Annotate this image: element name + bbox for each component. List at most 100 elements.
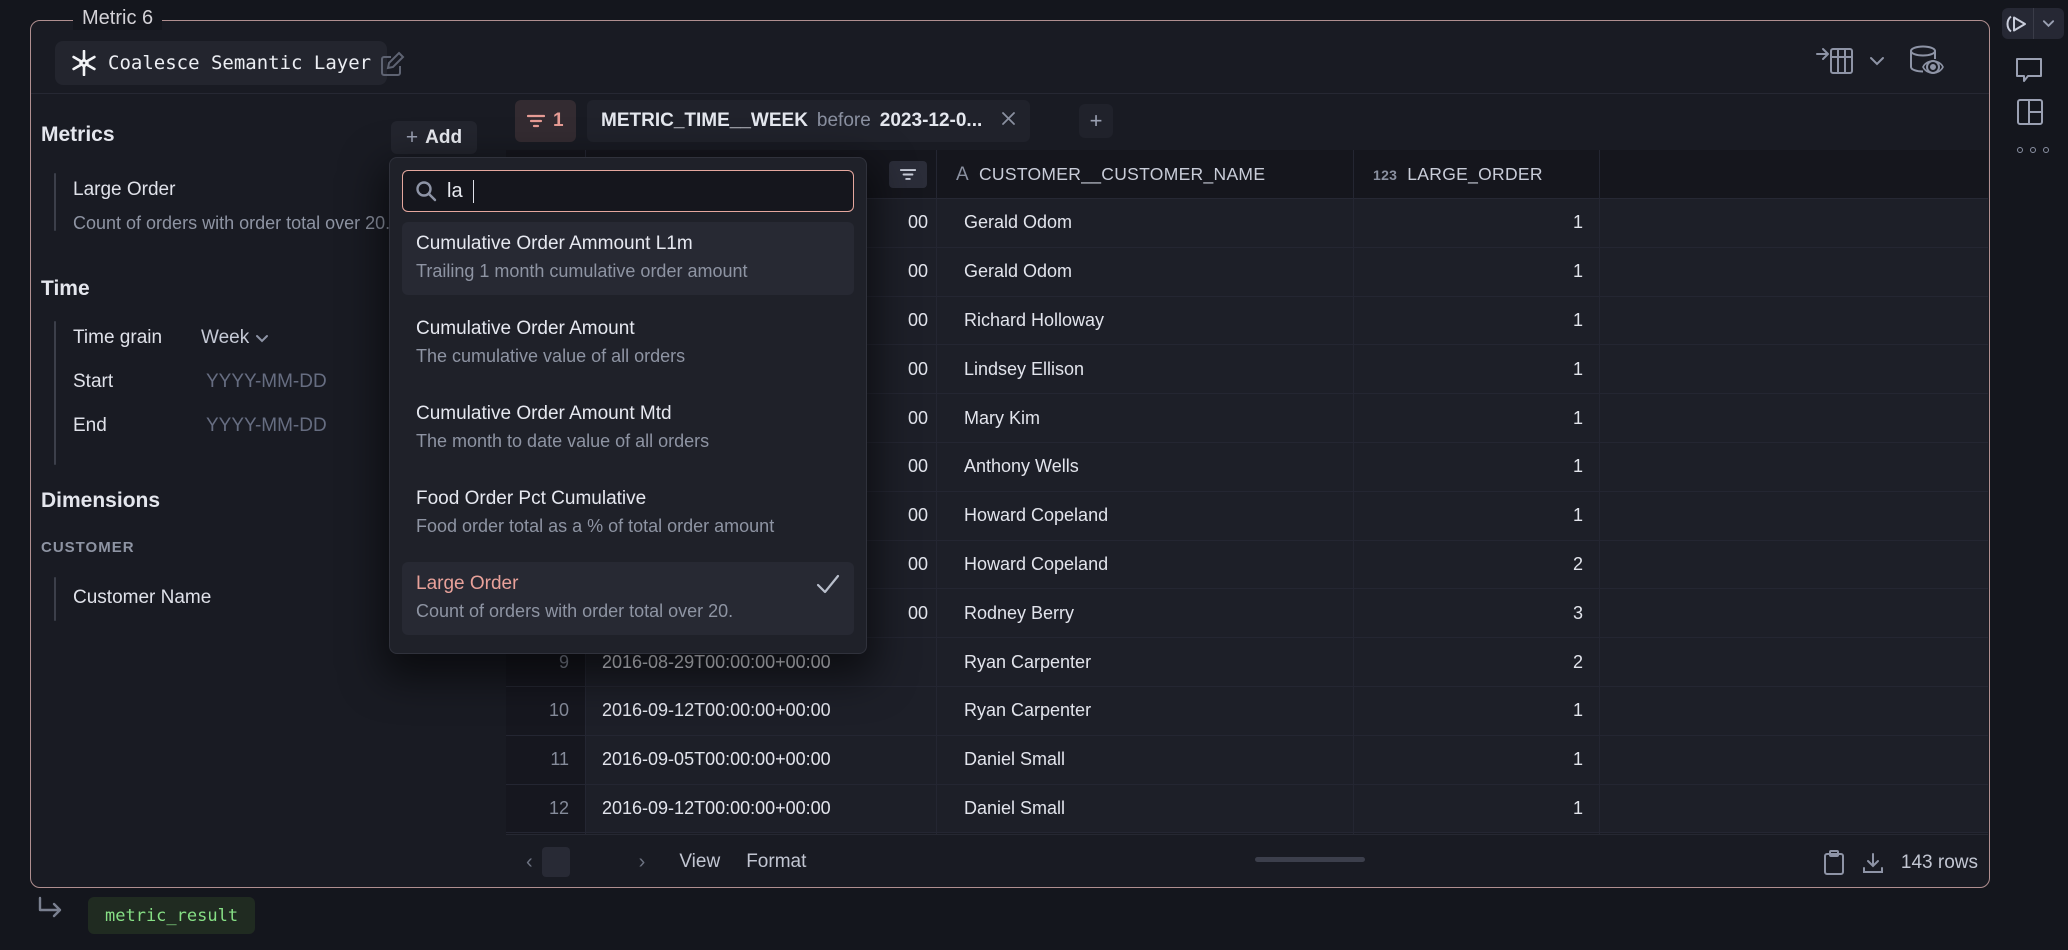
cell-customer-name[interactable]: Lindsey Ellison [937, 345, 1353, 393]
metric-option-title: Cumulative Order Amount Mtd [416, 401, 840, 427]
push-to-table-icon[interactable] [1815, 46, 1855, 76]
column-header-large-order[interactable]: 123 LARGE_ORDER [1373, 150, 1543, 199]
grid-line [1599, 150, 1600, 834]
cell-large-order[interactable]: 1 [1354, 785, 1599, 833]
run-cell-button-group[interactable] [2002, 8, 2064, 39]
output-variable-pill[interactable]: metric_result [88, 897, 255, 934]
cell-customer-name[interactable]: Gerald Odom [937, 199, 1353, 247]
dimension-item-indicator [54, 577, 56, 621]
filter-chip[interactable]: METRIC_TIME__WEEK before 2023-12-0... [587, 100, 1030, 142]
metric-search-input[interactable]: la [402, 170, 854, 212]
cell-customer-name[interactable]: Daniel Small [937, 736, 1353, 784]
cell-customer-name[interactable]: Rodney Berry [937, 589, 1353, 637]
row-number: 11 [506, 736, 585, 784]
metric-option[interactable]: Cumulative Order Ammount L1m Trailing 1 … [402, 222, 854, 295]
add-filter-button[interactable]: + [1079, 104, 1113, 138]
cell-large-order[interactable]: 1 [1354, 687, 1599, 735]
row-number: 10 [506, 687, 585, 735]
text-cursor [473, 180, 475, 203]
dimensions-heading: Dimensions [41, 489, 160, 513]
prev-page-button[interactable]: ‹ [518, 851, 541, 874]
time-grain-select[interactable]: Week [201, 327, 269, 349]
page-button[interactable] [602, 847, 630, 877]
cell-large-order[interactable]: 1 [1354, 297, 1599, 345]
edit-icon[interactable] [377, 49, 407, 84]
cell-customer-name[interactable]: Ryan Carpenter [937, 687, 1353, 735]
filter-count-badge[interactable]: 1 [515, 100, 576, 142]
cell-customer-name[interactable]: Ryan Carpenter [937, 638, 1353, 686]
cell-customer-name[interactable]: Mary Kim [937, 394, 1353, 442]
table-row[interactable]: 11 2016-09-05T00:00:00+00:00 Daniel Smal… [506, 736, 1988, 785]
layout-icon[interactable] [2016, 98, 2044, 131]
format-menu[interactable]: Format [746, 851, 806, 873]
table-row[interactable]: 12 2016-09-12T00:00:00+00:00 Daniel Smal… [506, 785, 1988, 834]
header-divider [31, 93, 1989, 94]
semantic-layer-chip[interactable]: Coalesce Semantic Layer [55, 41, 387, 85]
coalesce-logo-icon [71, 50, 97, 76]
start-date-input[interactable]: YYYY-MM-DD [206, 371, 327, 393]
metric-option[interactable]: Cumulative Order Amount Mtd The month to… [402, 392, 854, 465]
metric-option[interactable]: Food Order Pct Cumulative Food order tot… [402, 477, 854, 550]
horizontal-scrollbar[interactable] [1255, 857, 1365, 862]
cell-customer-name[interactable]: Gerald Odom [937, 248, 1353, 296]
cell-large-order[interactable]: 1 [1354, 345, 1599, 393]
time-grain-label: Time grain [73, 327, 162, 349]
cell-large-order[interactable]: 1 [1354, 248, 1599, 296]
metrics-heading: Metrics [41, 123, 115, 147]
next-page-button[interactable]: › [631, 851, 654, 874]
cell-metric-time[interactable]: 2016-09-05T00:00:00+00:00 [586, 736, 936, 784]
metric-option-title: Cumulative Order Ammount L1m [416, 231, 840, 257]
more-menu-icon[interactable] [2017, 147, 2049, 153]
view-menu[interactable]: View [679, 851, 720, 873]
row-number: 12 [506, 785, 585, 833]
time-section-indicator [54, 321, 56, 465]
cell-customer-name[interactable]: Howard Copeland [937, 492, 1353, 540]
grid-line [936, 150, 937, 834]
download-icon[interactable] [1861, 851, 1885, 875]
cell-large-order[interactable]: 1 [1354, 199, 1599, 247]
metric-option[interactable]: Large Order Count of orders with order t… [402, 562, 854, 635]
cell-customer-name[interactable]: Anthony Wells [937, 443, 1353, 491]
close-icon[interactable] [1001, 110, 1016, 132]
cell-customer-name[interactable]: Daniel Small [937, 785, 1353, 833]
cell-large-order[interactable]: 2 [1354, 638, 1599, 686]
cell-metric-time[interactable]: 2016-09-12T00:00:00+00:00 [586, 687, 936, 735]
copy-icon[interactable] [1823, 850, 1845, 876]
add-metric-button[interactable]: + Add [391, 121, 477, 154]
comment-icon[interactable] [2014, 56, 2044, 89]
cell-title[interactable]: Metric 6 [73, 7, 162, 30]
cell-source-title: Coalesce Semantic Layer [108, 52, 371, 74]
cell-large-order[interactable]: 1 [1354, 394, 1599, 442]
cell-metric-time[interactable]: 2016-09-12T00:00:00+00:00 [586, 785, 936, 833]
metric-item-indicator [54, 173, 56, 231]
metric-option[interactable]: Cumulative Order Amount The cumulative v… [402, 307, 854, 380]
column-filter-indicator-icon[interactable] [889, 161, 927, 188]
selected-metric-name[interactable]: Large Order [73, 179, 175, 201]
check-icon [816, 574, 840, 599]
column-header-customer-name[interactable]: A CUSTOMER__CUSTOMER_NAME [956, 150, 1265, 199]
view-source-data-icon[interactable] [1907, 45, 1945, 77]
search-icon [415, 180, 437, 202]
page-button[interactable] [572, 847, 600, 877]
dimension-group-label: CUSTOMER [41, 539, 135, 556]
search-query: la [447, 180, 463, 203]
cell-large-order[interactable]: 3 [1354, 589, 1599, 637]
page-button[interactable] [542, 847, 570, 877]
dimension-item-customer-name[interactable]: Customer Name [73, 587, 211, 609]
chevron-down-icon[interactable] [1869, 56, 1885, 66]
table-row[interactable]: 10 2016-09-12T00:00:00+00:00 Ryan Carpen… [506, 687, 1988, 736]
end-date-input[interactable]: YYYY-MM-DD [206, 415, 327, 437]
cell-customer-name[interactable]: Howard Copeland [937, 541, 1353, 589]
chevron-down-icon[interactable] [2034, 19, 2065, 28]
cell-large-order[interactable]: 2 [1354, 541, 1599, 589]
cell-customer-name[interactable]: Richard Holloway [937, 297, 1353, 345]
run-cell-icon[interactable] [2002, 15, 2033, 33]
filter-icon [527, 114, 545, 128]
metric-option-description: Food order total as a % of total order a… [416, 512, 840, 540]
cell-large-order[interactable]: 1 [1354, 443, 1599, 491]
cell-large-order[interactable]: 1 [1354, 736, 1599, 784]
filter-value: 2023-12-0... [880, 110, 982, 132]
cell-large-order[interactable]: 1 [1354, 492, 1599, 540]
plus-icon: + [406, 127, 418, 148]
end-label: End [73, 415, 107, 437]
